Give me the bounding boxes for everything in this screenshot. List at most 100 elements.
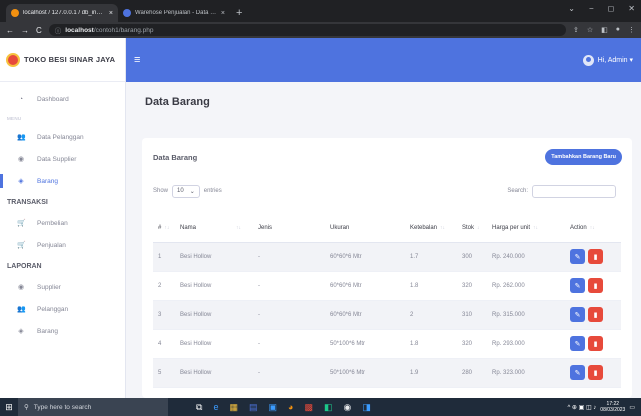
url-field[interactable]: ⓘ localhost/contoh1/barang.php (48, 24, 566, 36)
task-view-icon[interactable]: ⧉ (196, 402, 202, 413)
column-header[interactable]: Action ↑↓ (559, 214, 621, 243)
browser-tab-warehouse[interactable]: Warehose Penjualan - Data Baran × (118, 4, 230, 22)
sidebar-item-pembelian[interactable]: 🛒 Pembelian (0, 212, 125, 234)
column-header[interactable]: Ketebalan ↑↓ (405, 214, 457, 243)
site-info-icon[interactable]: ⓘ (55, 25, 62, 35)
tab-search-icon[interactable]: ⌄ (568, 4, 575, 13)
barang-table: # ↑↓ Nama ↑↓ Jenis Ukuran Ketebalan ↑↓ Stok… (153, 214, 621, 388)
app-icon[interactable]: ◧ (324, 402, 333, 413)
delete-button[interactable]: ▮ (588, 278, 603, 293)
vscode-icon[interactable]: ◨ (362, 402, 371, 413)
taskbar-apps: ⧉ e ▦ ▤ ▣ ◕ ▩ ◧ ◉ ◨ (196, 402, 371, 413)
column-header[interactable]: Nama ↑↓ (175, 214, 253, 243)
new-tab-button[interactable]: + (230, 7, 248, 22)
table-controls: Show 10 ⌄ entries Search: (142, 176, 632, 206)
brand-logo-icon (6, 52, 20, 67)
windows-start-icon[interactable]: ⊞ (0, 402, 18, 413)
forward-icon[interactable]: → (21, 26, 29, 35)
delete-button[interactable]: ▮ (588, 365, 603, 380)
page-title: Data Barang (145, 96, 210, 108)
edit-button[interactable]: ✎ (570, 278, 585, 293)
profile-icon[interactable]: ● (616, 26, 620, 34)
sidebar-item-laporan-pelanggan[interactable]: 👥 Pelanggan (0, 298, 125, 320)
sidebar-item-label: Barang (37, 177, 58, 185)
table-cell: 1.7 (405, 242, 457, 272)
office-icon[interactable]: ▩ (304, 402, 313, 413)
clock[interactable]: 17:22 08/03/2023 (600, 401, 625, 413)
table-cell: 320 (457, 329, 487, 359)
firefox-icon[interactable]: ◕ (288, 402, 293, 413)
entries-select[interactable]: 10 ⌄ (172, 184, 200, 198)
entries-control: Show 10 ⌄ entries (153, 184, 222, 198)
table-cell: 1.9 (405, 358, 457, 388)
table-cell: - (253, 242, 325, 272)
delete-button[interactable]: ▮ (588, 336, 603, 351)
maximize-icon[interactable]: ◻ (608, 4, 615, 13)
sidebar-item-laporan-barang[interactable]: ◈ Barang (0, 320, 125, 342)
side-panel-icon[interactable]: ◧ (601, 26, 608, 34)
edit-button[interactable]: ✎ (570, 307, 585, 322)
file-explorer-icon[interactable]: ▦ (229, 402, 238, 413)
edit-button[interactable]: ✎ (570, 365, 585, 380)
edge-icon[interactable]: e (213, 402, 218, 413)
system-tray: ^ ⊕ ▣ ◫ ♪ 17:22 08/03/2023 ▭ (567, 401, 641, 413)
add-barang-button[interactable]: Tambahkan Barang Baru (545, 149, 622, 165)
table-cell: 5 (153, 358, 175, 388)
sidebar-item-label: Dashboard (37, 95, 69, 103)
table-cell: 1.8 (405, 271, 457, 301)
delete-button[interactable]: ▮ (588, 249, 603, 264)
browser-menu-icon[interactable]: ⋮ (628, 26, 635, 34)
column-header[interactable]: Ukuran (325, 214, 405, 243)
table-cell: - (253, 358, 325, 388)
table-row: 4 Besi Hollow -50*100*6 Mtr 1.8 320 Rp. 293.0… (153, 329, 621, 359)
tab-close-icon[interactable]: × (221, 10, 225, 17)
column-header[interactable]: Harga per unit ↑↓ (487, 214, 559, 243)
trash-icon: ▮ (593, 340, 598, 348)
table-cell: 50*100*6 Mtr (325, 329, 405, 359)
edit-button[interactable]: ✎ (570, 249, 585, 264)
sidebar-item-label: Supplier (37, 283, 61, 291)
minimize-icon[interactable]: − (589, 4, 594, 13)
hamburger-menu-icon[interactable]: ≡ (134, 54, 140, 66)
column-header[interactable]: Jenis (253, 214, 325, 243)
taskbar-search[interactable]: ⚲ Type here to search (18, 398, 168, 416)
notification-icon[interactable]: ▭ (629, 404, 635, 411)
close-window-icon[interactable]: ✕ (628, 4, 635, 13)
sidebar-item-barang[interactable]: ◈ Barang (0, 170, 125, 192)
windows-taskbar: ⊞ ⚲ Type here to search ⧉ e ▦ ▤ ▣ ◕ ▩ ◧ … (0, 398, 641, 416)
pencil-icon: ✎ (574, 311, 581, 319)
user-dropdown[interactable]: Hi, Admin ▾ (582, 54, 633, 66)
row-actions: ✎ ▮ (570, 278, 616, 293)
sidebar-item-laporan-supplier[interactable]: ◉ Supplier (0, 276, 125, 298)
store-icon[interactable]: ▤ (249, 402, 258, 413)
transaksi-heading: TRANSAKSI (7, 198, 48, 206)
column-header[interactable]: Stok ↓ (457, 214, 487, 243)
reload-icon[interactable]: C (36, 26, 42, 35)
back-icon[interactable]: ← (6, 26, 14, 35)
sort-icon: ↑↓ (236, 224, 242, 231)
brand-name: TOKO BESI SINAR JAYA (24, 55, 116, 64)
tray-icons[interactable]: ^ ⊕ ▣ ◫ ♪ (567, 404, 596, 411)
edit-button[interactable]: ✎ (570, 336, 585, 351)
search-label: Search: (507, 188, 528, 194)
sidebar-item-dashboard[interactable]: ◔ Dashboard (0, 88, 125, 110)
show-label: Show (153, 188, 169, 194)
table-cell: 320 (457, 271, 487, 301)
brand[interactable]: TOKO BESI SINAR JAYA (0, 38, 125, 82)
sort-icon: ↑↓ (440, 224, 446, 231)
sidebar-item-penjualan[interactable]: 🛒 Penjualan (0, 234, 125, 256)
sidebar-item-data-supplier[interactable]: ◉ Data Supplier (0, 148, 125, 170)
browser-tab-phpmyadmin[interactable]: localhost / 127.0.0.1 / db_inmon × (6, 4, 118, 22)
column-header[interactable]: # ↑↓ (153, 214, 175, 243)
share-icon[interactable]: ⇪ (573, 26, 579, 34)
menu-heading: MENU (7, 115, 22, 121)
sidebar-item-data-pelanggan[interactable]: 👥 Data Pelanggan (0, 126, 125, 148)
chrome-icon[interactable]: ◉ (343, 402, 351, 413)
bookmark-star-icon[interactable]: ☆ (587, 26, 593, 34)
table-cell: 1 (153, 242, 175, 272)
tab-close-icon[interactable]: × (109, 10, 113, 17)
user-avatar-icon (582, 54, 594, 66)
delete-button[interactable]: ▮ (588, 307, 603, 322)
search-input[interactable] (532, 184, 616, 198)
mail-icon[interactable]: ▣ (268, 402, 277, 413)
